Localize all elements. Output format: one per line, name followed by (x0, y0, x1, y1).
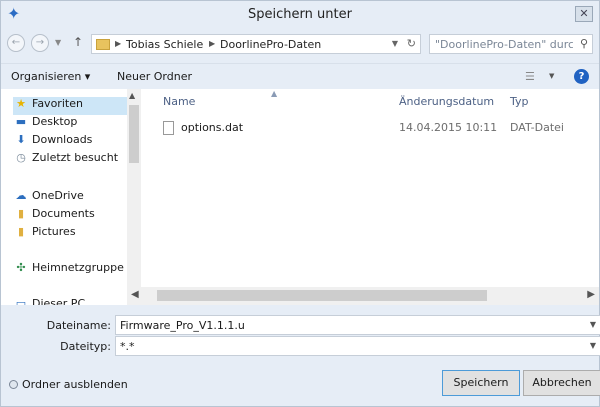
history-dropdown-icon[interactable]: ▼ (55, 38, 61, 47)
help-icon[interactable]: ? (574, 69, 589, 84)
back-button[interactable]: ← (7, 34, 25, 52)
title-bar: ✦ Speichern unter ✕ (1, 1, 599, 29)
address-bar[interactable]: ▶ Tobias Schiele ▶ DoorlinePro-Daten ▼ ↻ (91, 34, 421, 54)
address-row: ← → ▼ ↑ ▶ Tobias Schiele ▶ DoorlinePro-D… (1, 31, 599, 57)
horizontal-scroll-thumb[interactable] (157, 290, 487, 301)
chevron-down-icon[interactable]: ▼ (549, 72, 554, 80)
chevron-right-icon[interactable]: ▶ (209, 39, 215, 48)
file-date: 14.04.2015 10:11 (399, 121, 498, 134)
sidebar-item-documents[interactable]: ▮ Documents (13, 207, 95, 225)
folder-icon (96, 39, 110, 50)
refresh-icon[interactable]: ↻ (407, 37, 416, 50)
toolbar: Organisieren ▾ Neuer Ordner ☰ ▼ ? (1, 63, 599, 89)
filetype-label: Dateityp: (60, 340, 111, 353)
sidebar-scroll-thumb[interactable] (129, 105, 139, 163)
scroll-left-icon[interactable]: ◀ (131, 289, 139, 300)
folder-icon: ▮ (17, 207, 25, 220)
sidebar-item-heimnetzgruppe[interactable]: ✣ Heimnetzgruppe (13, 261, 123, 279)
view-options-icon[interactable]: ☰ (525, 70, 535, 83)
new-folder-button[interactable]: Neuer Ordner (117, 70, 192, 83)
search-input[interactable]: "DoorlinePro-Daten" durchsuc... (435, 38, 573, 51)
chevron-down-icon[interactable]: ▼ (590, 341, 596, 350)
organize-button[interactable]: Organisieren ▾ (11, 70, 90, 83)
filename-label: Dateiname: (46, 319, 111, 332)
search-icon[interactable]: ⚲ (580, 37, 588, 50)
downloads-icon: ⬇ (16, 133, 26, 146)
file-icon (163, 121, 174, 135)
browser-area: ★ Favoriten ▬ Desktop ⬇ Downloads ◷ Zuletzt … (1, 89, 599, 305)
chevron-down-icon[interactable]: ▼ (590, 320, 596, 329)
horizontal-scrollbar[interactable]: ◀ ▶ (127, 287, 599, 305)
sidebar-item-downloads[interactable]: ⬇ Downloads (13, 133, 92, 151)
collapse-icon (9, 380, 18, 389)
scroll-right-icon[interactable]: ▶ (587, 289, 595, 300)
sidebar-item-onedrive[interactable]: ☁ OneDrive (13, 189, 84, 207)
hide-folders-toggle[interactable]: Ordner ausblenden (9, 378, 128, 391)
column-header-name[interactable]: Name (163, 95, 195, 108)
sidebar-item-pictures[interactable]: ▮ Pictures (13, 225, 76, 243)
computer-icon: ▭ (15, 297, 27, 305)
cancel-button[interactable]: Abbrechen (523, 370, 600, 396)
chevron-down-icon[interactable]: ▼ (392, 39, 398, 48)
breadcrumb-tobias[interactable]: Tobias Schiele (126, 38, 203, 51)
column-header-date[interactable]: Änderungsdatum (399, 95, 494, 108)
desktop-icon: ▬ (15, 115, 27, 128)
table-row[interactable]: options.dat 14.04.2015 10:11 DAT-Datei (157, 119, 587, 137)
up-button[interactable]: ↑ (73, 35, 83, 49)
column-header-type[interactable]: Typ (510, 95, 529, 108)
chevron-right-icon[interactable]: ▶ (115, 39, 121, 48)
recent-icon: ◷ (16, 151, 26, 164)
dialog-title: Speichern unter (248, 7, 352, 22)
filetype-value: *.* (120, 340, 135, 353)
scroll-up-icon[interactable]: ▲ (129, 91, 135, 100)
filename-field[interactable]: Firmware_Pro_V1.1.1.u ▼ (115, 315, 600, 335)
file-name: options.dat (181, 121, 244, 134)
cloud-icon: ☁ (15, 189, 27, 202)
homegroup-icon: ✣ (16, 261, 26, 274)
sort-ascending-icon: ▲ (271, 89, 278, 98)
filename-value: Firmware_Pro_V1.1.1.u (120, 319, 245, 332)
sidebar-item-dieser-pc[interactable]: ▭ Dieser PC (13, 297, 85, 305)
sidebar-item-favoriten[interactable]: ★ Favoriten (13, 97, 127, 115)
file-type: DAT-Datei (510, 121, 564, 134)
file-list: ▲ Name Änderungsdatum Typ options.dat 14… (145, 89, 599, 287)
close-button[interactable]: ✕ (575, 6, 593, 22)
navigation-pane: ★ Favoriten ▬ Desktop ⬇ Downloads ◷ Zuletzt … (1, 89, 143, 305)
forward-button[interactable]: → (31, 34, 49, 52)
filetype-select[interactable]: *.* ▼ (115, 336, 600, 356)
breadcrumb-doorlinepro[interactable]: DoorlinePro-Daten (220, 38, 321, 51)
folder-icon: ▮ (17, 225, 25, 238)
sidebar-item-zuletzt-besucht[interactable]: ◷ Zuletzt besucht (13, 151, 118, 169)
star-icon: ★ (16, 97, 26, 110)
save-dialog: ✦ Speichern unter ✕ ← → ▼ ↑ ▶ Tobias Sch… (0, 0, 600, 407)
save-button[interactable]: Speichern (442, 370, 520, 396)
search-box[interactable]: "DoorlinePro-Daten" durchsuc... ⚲ (429, 34, 593, 54)
sidebar-item-desktop[interactable]: ▬ Desktop (13, 115, 78, 133)
